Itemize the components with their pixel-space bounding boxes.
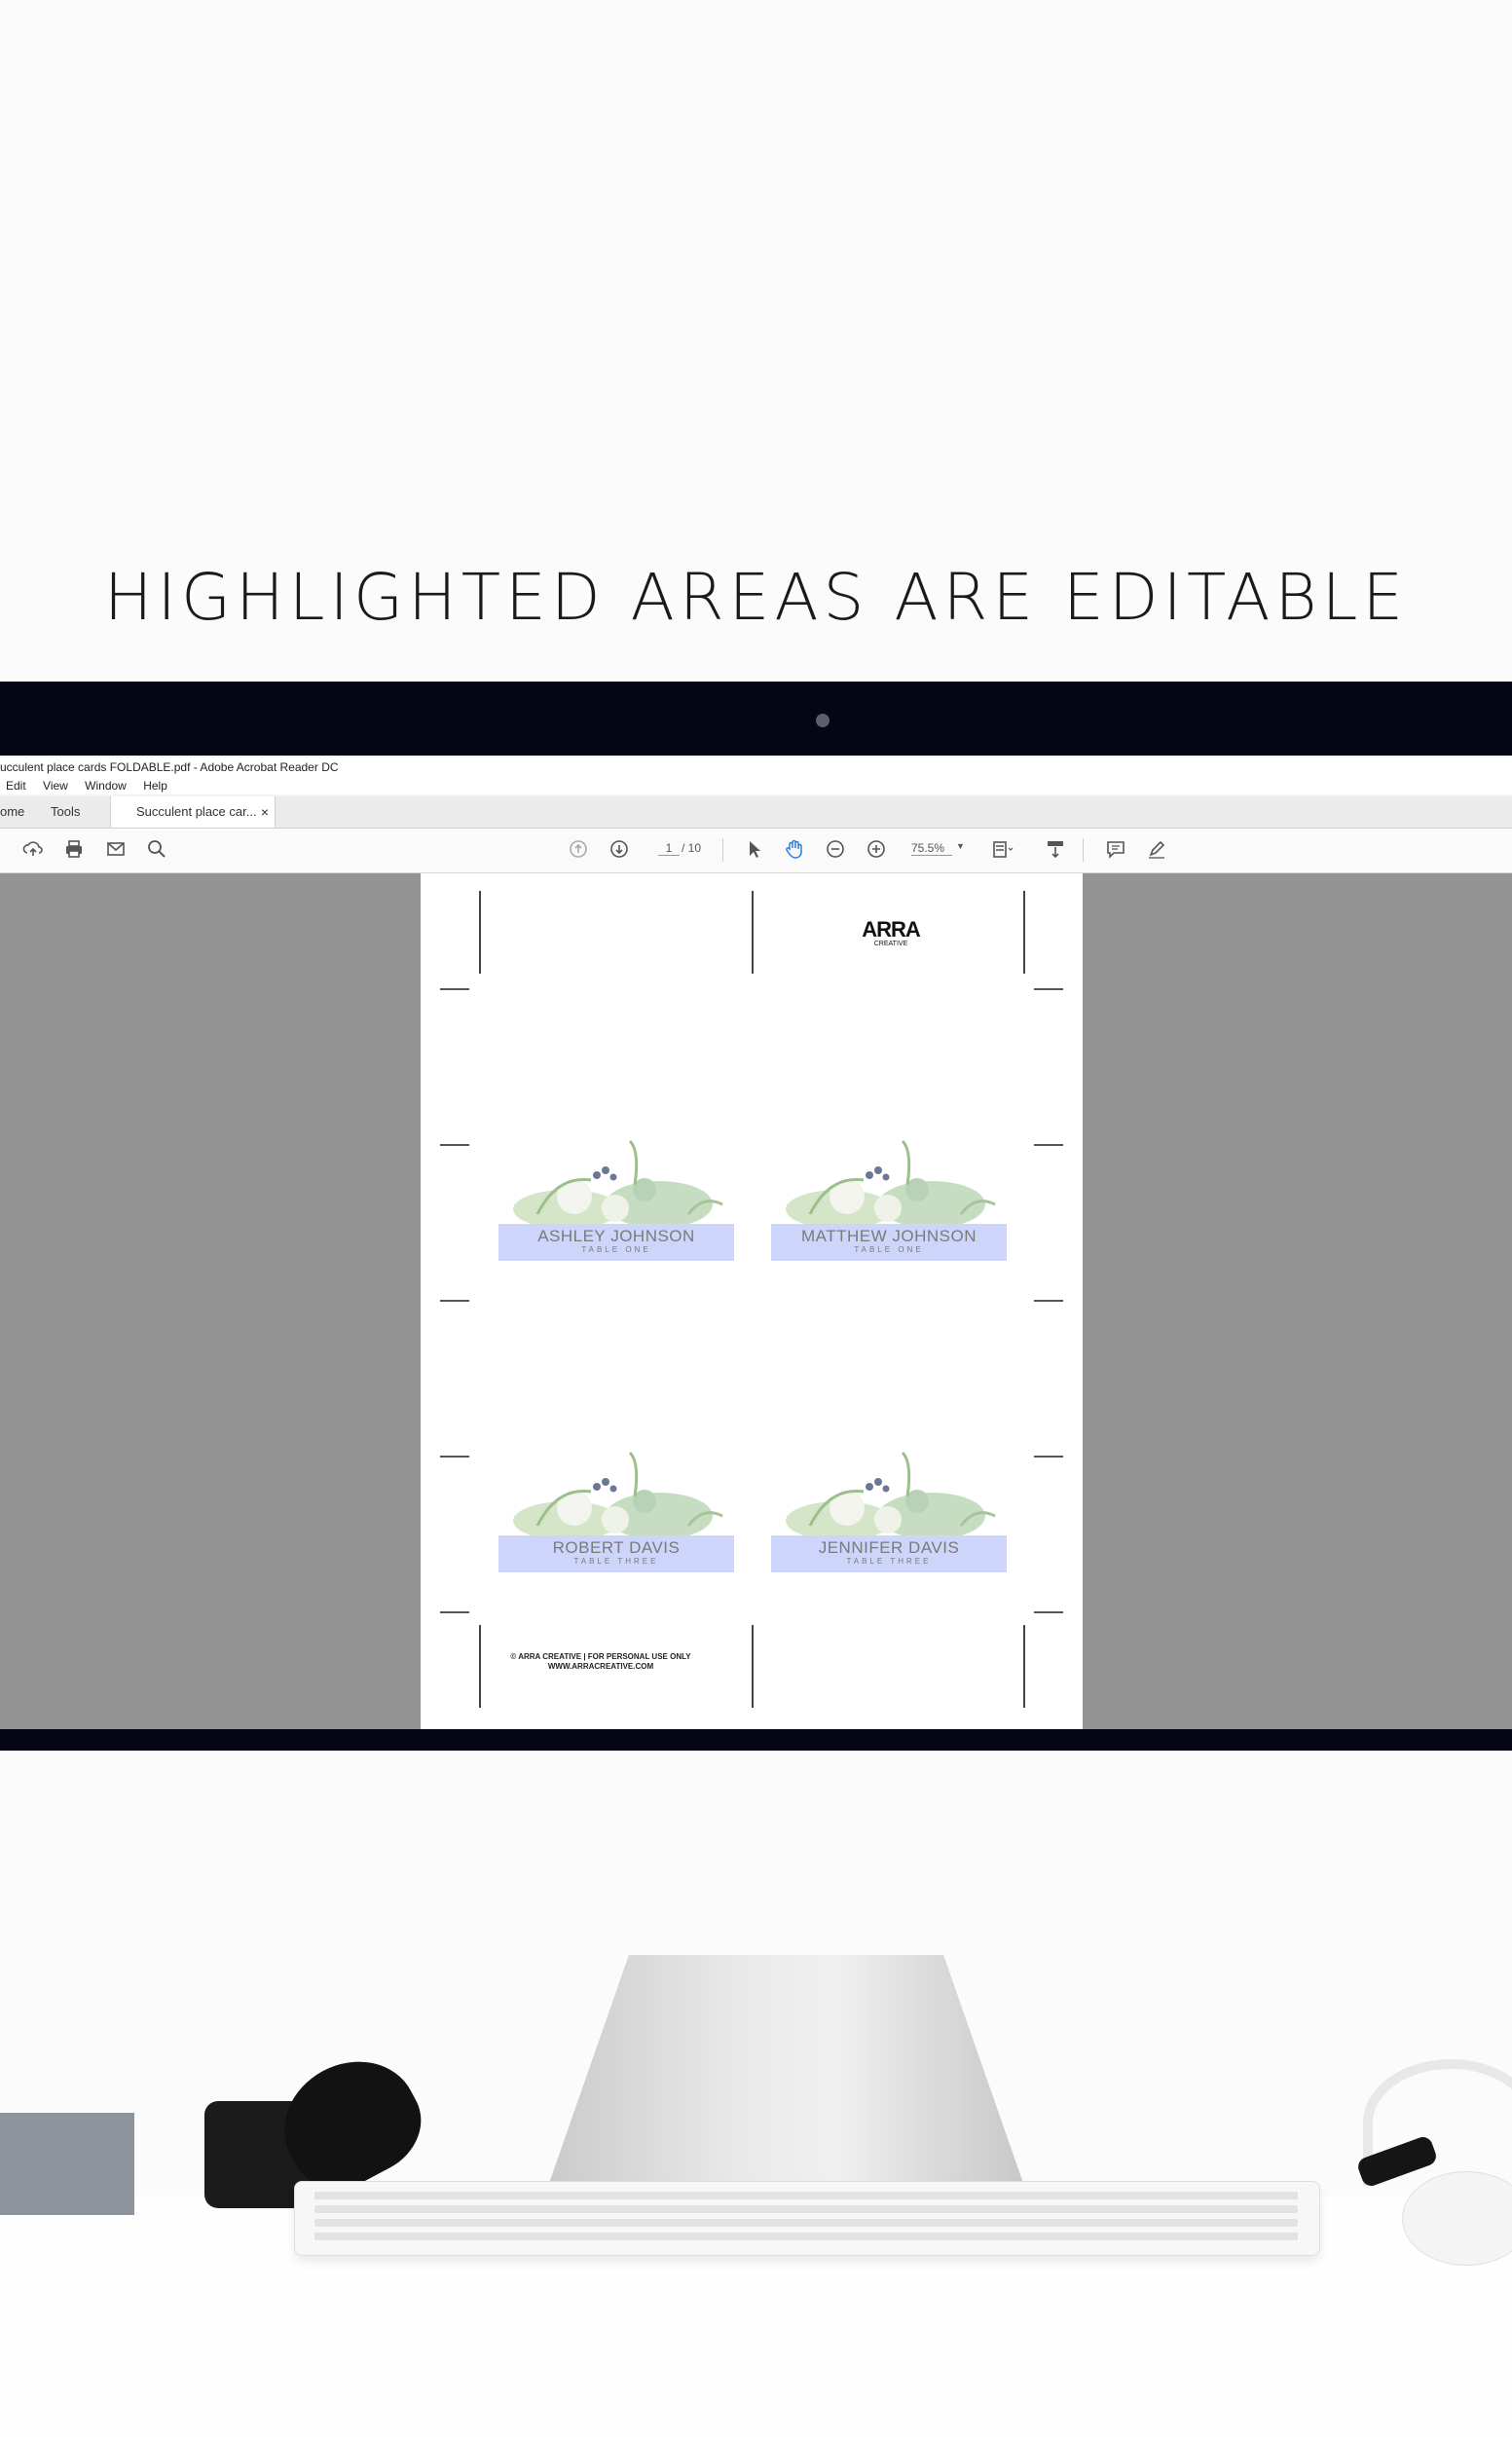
table-number[interactable]: TABLE THREE [771, 1557, 1007, 1567]
search-icon[interactable] [145, 838, 168, 862]
crop-mark [1023, 891, 1025, 974]
pdf-page[interactable]: ARRA CREATIVE ASHLEY JOHNSON TABLE ONE M… [421, 873, 1083, 1729]
page-number-input[interactable]: 1 [658, 841, 680, 856]
window-title: ucculent place cards FOLDABLE.pdf - Adob… [0, 757, 1512, 777]
website-line: WWW.ARRACREATIVE.COM [547, 1662, 654, 1671]
print-icon[interactable] [62, 838, 86, 862]
place-card: ROBERT DAVIS TABLE THREE [498, 1448, 734, 1584]
hand-tool-icon[interactable] [783, 838, 806, 862]
monitor-bezel-bottom [0, 1729, 1512, 1751]
crop-mark [752, 1625, 754, 1708]
fold-mark [1034, 1611, 1063, 1613]
menu-window[interactable]: Window [85, 779, 127, 793]
email-icon[interactable] [104, 838, 128, 862]
toolbar-divider [722, 838, 723, 862]
fold-mark [1034, 1300, 1063, 1302]
place-card: ASHLEY JOHNSON TABLE ONE [498, 1136, 734, 1273]
logo-main: ARRA [862, 917, 921, 942]
fold-mark [440, 988, 469, 990]
monitor-bezel-top [0, 682, 1512, 756]
tab-bar: ome Tools Succulent place car... × [0, 796, 1512, 829]
editable-name-field[interactable]: JENNIFER DAVIS TABLE THREE [771, 1535, 1007, 1572]
keyboard [294, 2181, 1320, 2256]
table-number[interactable]: TABLE ONE [498, 1245, 734, 1255]
floral-illustration [786, 1451, 996, 1540]
place-card: JENNIFER DAVIS TABLE THREE [771, 1448, 1007, 1584]
zoom-level-select[interactable]: 75.5% [911, 841, 952, 856]
toolbar-divider [1083, 838, 1084, 862]
table-number[interactable]: TABLE ONE [771, 1245, 1007, 1255]
next-page-icon[interactable] [608, 838, 631, 862]
fit-page-icon[interactable] [991, 838, 1014, 862]
sign-pen-icon[interactable] [1145, 838, 1168, 862]
page-total: / 10 [682, 841, 702, 855]
table-number[interactable]: TABLE THREE [498, 1557, 734, 1567]
webcam [816, 714, 830, 727]
keyboard-keys [314, 2192, 1298, 2240]
guest-name[interactable]: ROBERT DAVIS [498, 1535, 734, 1557]
crop-mark [479, 891, 481, 974]
crop-mark [752, 891, 754, 974]
gray-box [0, 2113, 134, 2215]
zoom-out-icon[interactable] [824, 838, 847, 862]
arra-logo: ARRA CREATIVE [857, 919, 925, 948]
tab-tools[interactable]: Tools [51, 796, 80, 828]
tab-close-icon[interactable]: × [261, 796, 269, 828]
fold-mark [440, 1456, 469, 1458]
fold-mark [440, 1144, 469, 1146]
zoom-in-icon[interactable] [865, 838, 888, 862]
floral-illustration [786, 1139, 996, 1229]
tab-document[interactable]: Succulent place car... × [110, 796, 276, 828]
monitor-stand [540, 1955, 1032, 2208]
fold-mark [440, 1611, 469, 1613]
monitor-chin [0, 1751, 1512, 1955]
editable-name-field[interactable]: ROBERT DAVIS TABLE THREE [498, 1535, 734, 1572]
menu-bar: Edit View Window Help [0, 777, 1512, 794]
zoom-dropdown-icon[interactable]: ▼ [956, 841, 965, 851]
fold-mark [1034, 1456, 1063, 1458]
fold-mark [1034, 1144, 1063, 1146]
tab-document-label: Succulent place car... [136, 804, 257, 819]
previous-page-icon[interactable] [567, 838, 590, 862]
fold-mark [440, 1300, 469, 1302]
upload-cloud-icon[interactable] [21, 838, 45, 862]
editable-name-field[interactable]: ASHLEY JOHNSON TABLE ONE [498, 1224, 734, 1261]
crop-mark [479, 1625, 481, 1708]
editable-name-field[interactable]: MATTHEW JOHNSON TABLE ONE [771, 1224, 1007, 1261]
guest-name[interactable]: ASHLEY JOHNSON [498, 1224, 734, 1245]
menu-edit[interactable]: Edit [6, 779, 26, 793]
logo-sub: CREATIVE [873, 941, 908, 947]
copyright-note: © ARRA CREATIVE | FOR PERSONAL USE ONLY … [498, 1652, 703, 1672]
select-cursor-icon[interactable] [742, 838, 765, 862]
toolbar: 1 / 10 75.5% ▼ [0, 829, 1512, 873]
crop-mark [1023, 1625, 1025, 1708]
guest-name[interactable]: MATTHEW JOHNSON [771, 1224, 1007, 1245]
floral-illustration [513, 1451, 723, 1540]
copyright-line: © ARRA CREATIVE | FOR PERSONAL USE ONLY [510, 1652, 691, 1661]
floral-illustration [513, 1139, 723, 1229]
menu-help[interactable]: Help [143, 779, 167, 793]
scroll-mode-icon[interactable] [1044, 838, 1067, 862]
tab-home[interactable]: ome [0, 796, 24, 828]
comment-icon[interactable] [1104, 838, 1127, 862]
menu-view[interactable]: View [43, 779, 68, 793]
fold-mark [1034, 988, 1063, 990]
headline: HIGHLIGHTED AREAS ARE EDITABLE [103, 560, 1409, 635]
place-card: MATTHEW JOHNSON TABLE ONE [771, 1136, 1007, 1273]
guest-name[interactable]: JENNIFER DAVIS [771, 1535, 1007, 1557]
